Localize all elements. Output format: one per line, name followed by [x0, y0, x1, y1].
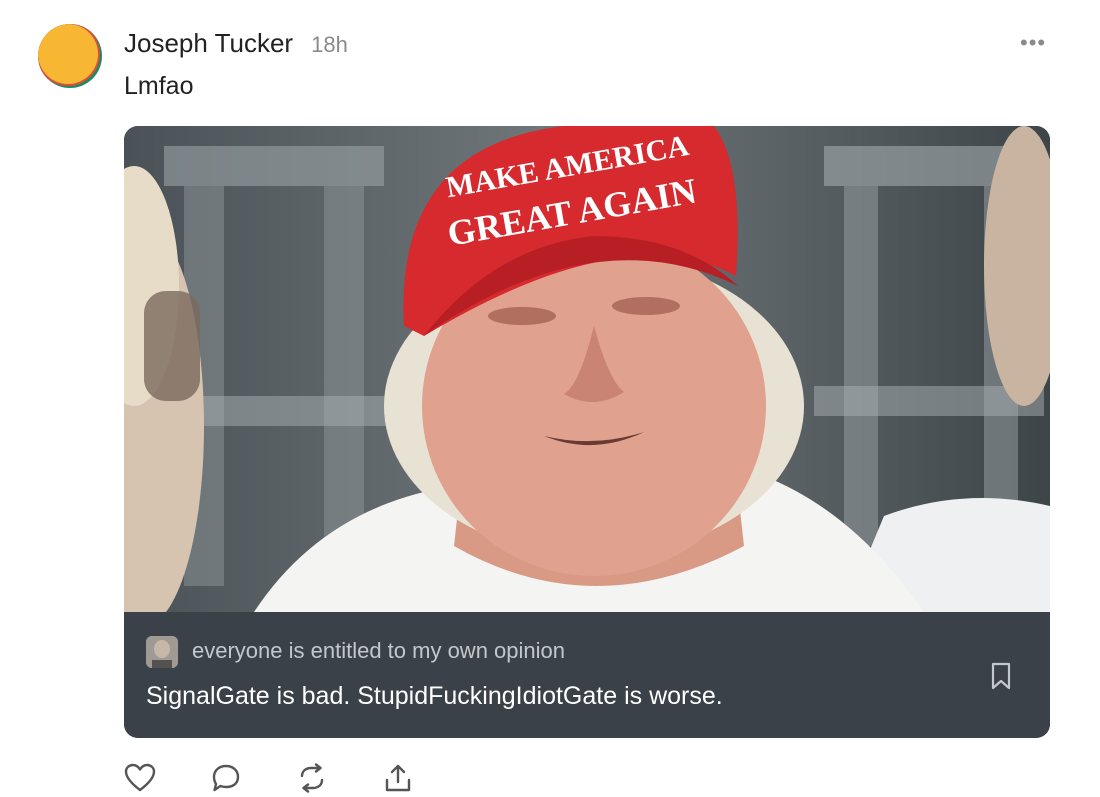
- card-title[interactable]: SignalGate is bad. StupidFuckingIdiotGat…: [146, 682, 723, 711]
- shared-post-card[interactable]: MAKE AMERICA GREAT AGAIN everyone is ent…: [124, 126, 1050, 738]
- more-options-icon[interactable]: •••: [1020, 30, 1046, 56]
- author-avatar[interactable]: [38, 24, 102, 88]
- bookmark-icon[interactable]: [990, 662, 1012, 690]
- post-image: MAKE AMERICA GREAT AGAIN: [124, 126, 1050, 612]
- heart-icon[interactable]: [124, 762, 156, 794]
- post-header: Joseph Tucker 18h: [124, 28, 348, 59]
- post-actions: [124, 762, 414, 794]
- avatar-disc: [38, 24, 98, 84]
- post-time: 18h: [311, 32, 348, 57]
- source-avatar: [146, 636, 178, 668]
- card-caption: everyone is entitled to my own opinion S…: [124, 612, 1050, 738]
- restack-icon[interactable]: [296, 762, 328, 794]
- author-name[interactable]: Joseph Tucker: [124, 28, 293, 59]
- post-text: Lmfao: [124, 72, 194, 100]
- comment-icon[interactable]: [210, 762, 242, 794]
- photo-illustration: MAKE AMERICA GREAT AGAIN: [124, 126, 1050, 612]
- source-name[interactable]: everyone is entitled to my own opinion: [192, 638, 565, 664]
- share-icon[interactable]: [382, 762, 414, 794]
